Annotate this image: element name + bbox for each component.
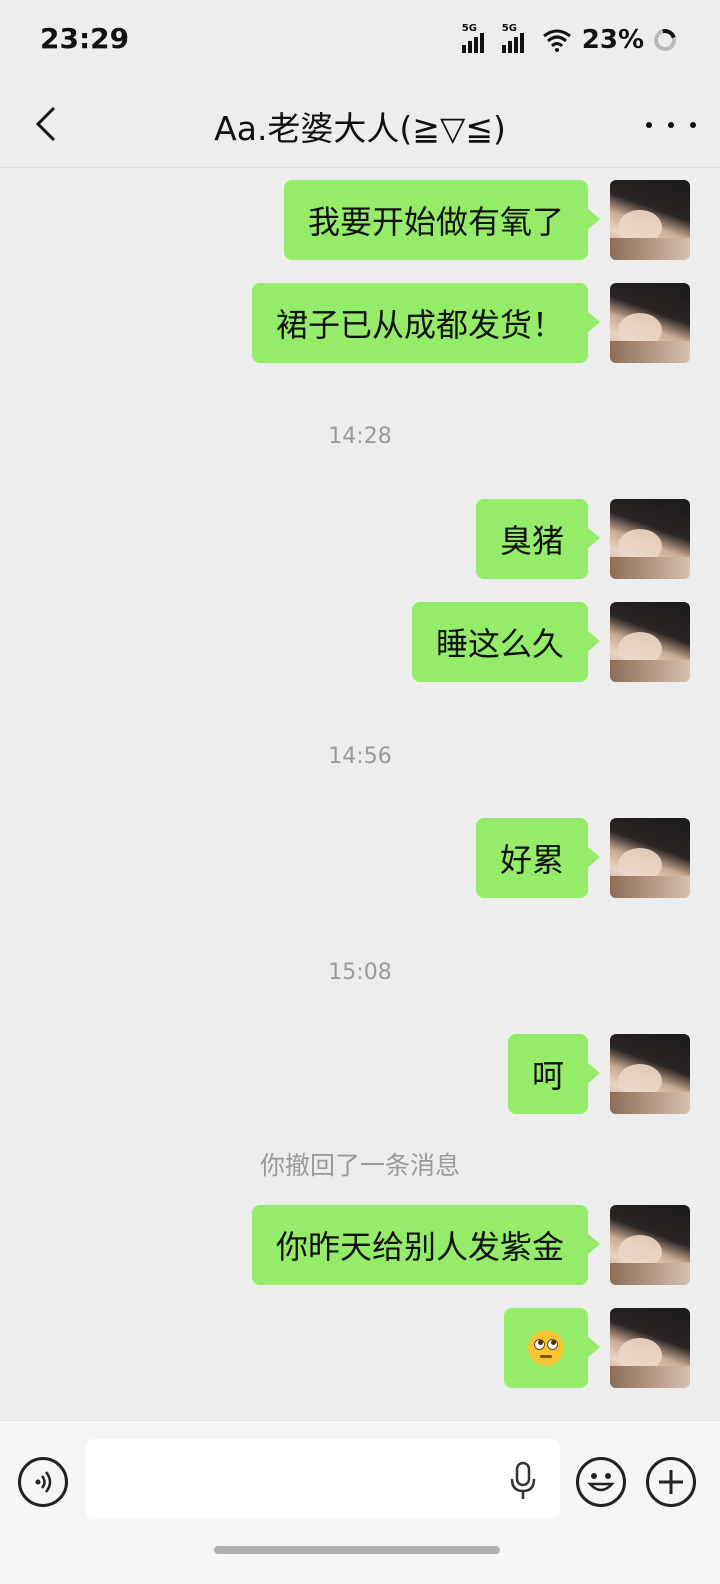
message-row: 我要开始做有氧了: [283, 180, 690, 260]
input-bar: [0, 1420, 720, 1584]
message-row: 裙子已从成都发货！: [251, 283, 690, 363]
wifi-icon: [542, 29, 571, 52]
back-arrow-icon: [35, 106, 56, 142]
avatar[interactable]: [610, 1034, 690, 1114]
message-row: 你昨天给别人发紫金: [251, 1205, 690, 1285]
more-dots-icon: [646, 122, 652, 128]
avatar[interactable]: [610, 818, 690, 898]
message-timestamp: 15:08: [328, 960, 392, 985]
recall-notice: 你撤回了一条消息: [259, 1151, 460, 1180]
message-bubble[interactable]: [504, 1308, 600, 1388]
signal-strength-icon: 5G: [501, 23, 532, 53]
message-bubble[interactable]: 臭猪: [475, 499, 601, 579]
battery-level: 23%: [581, 25, 644, 55]
message-bubble[interactable]: 好累: [475, 818, 601, 898]
message-bubble[interactable]: 裙子已从成都发货！: [251, 283, 601, 363]
plus-icon: [659, 1470, 683, 1494]
avatar[interactable]: [610, 602, 690, 682]
message-row: 好累: [475, 818, 690, 898]
eye-roll-emoji-icon: [528, 1330, 564, 1366]
message-timestamp: 14:28: [328, 424, 392, 449]
message-row: 臭猪: [475, 499, 690, 579]
status-indicators: 5G 5G 23%: [461, 23, 681, 56]
avatar[interactable]: [610, 499, 690, 579]
home-indicator[interactable]: [214, 1546, 500, 1554]
avatar[interactable]: [610, 1205, 690, 1285]
status-bar: 23:29 5G 5G 23%: [0, 0, 720, 80]
message-timestamp: 14:56: [328, 744, 392, 769]
chat-header: Aa.老婆大人(≧▽≦): [0, 80, 720, 168]
battery-icon: [649, 24, 681, 56]
network-type-label: 5G: [501, 23, 517, 34]
message-bubble[interactable]: 呵: [507, 1034, 601, 1114]
back-button[interactable]: [26, 102, 66, 146]
message-bubble[interactable]: 睡这么久: [411, 602, 601, 682]
avatar[interactable]: [610, 180, 690, 260]
avatar[interactable]: [610, 1308, 690, 1388]
emoji-icon: [587, 1473, 615, 1492]
emoji-button[interactable]: [576, 1457, 626, 1507]
network-type-label: 5G: [461, 23, 477, 34]
microphone-icon[interactable]: [506, 1461, 540, 1501]
more-functions-button[interactable]: [646, 1457, 696, 1507]
message-bubble[interactable]: 你昨天给别人发紫金: [251, 1205, 601, 1285]
more-options-button[interactable]: [646, 110, 696, 140]
message-row: 呵: [507, 1034, 690, 1114]
avatar[interactable]: [610, 283, 690, 363]
voice-icon: [35, 1471, 52, 1493]
status-time: 23:29: [40, 22, 130, 55]
chat-title: Aa.老婆大人(≧▽≦): [214, 109, 506, 148]
message-row: 睡这么久: [411, 602, 690, 682]
message-row: [504, 1308, 690, 1388]
message-bubble[interactable]: 我要开始做有氧了: [283, 180, 601, 260]
message-input[interactable]: [86, 1439, 560, 1519]
signal-strength-icon: 5G: [461, 23, 492, 53]
voice-toggle-button[interactable]: [18, 1457, 68, 1507]
